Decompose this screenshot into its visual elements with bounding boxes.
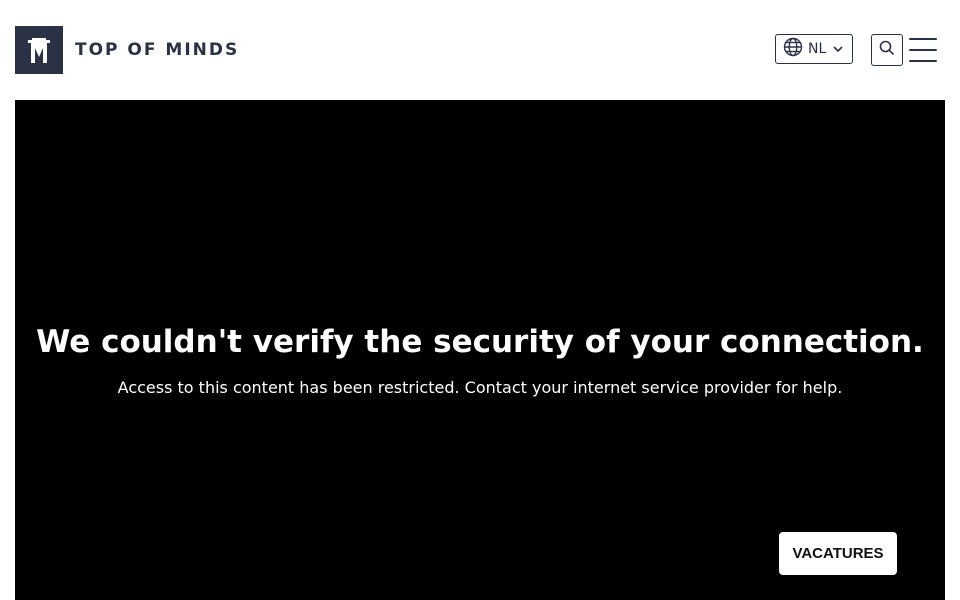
m-monogram-logo-icon bbox=[15, 26, 63, 74]
chevron-down-icon bbox=[832, 40, 844, 59]
hamburger-line bbox=[909, 38, 937, 40]
hamburger-menu-button[interactable] bbox=[909, 38, 937, 62]
language-code: NL bbox=[808, 41, 827, 57]
site-header: TOP OF MINDS NL bbox=[0, 0, 960, 100]
search-button[interactable] bbox=[871, 34, 903, 66]
language-select[interactable]: NL bbox=[775, 34, 853, 64]
home-logo-link[interactable]: TOP OF MINDS bbox=[15, 26, 239, 74]
globe-icon bbox=[783, 37, 803, 61]
hero-title: We couldn't verify the security of your … bbox=[36, 324, 924, 360]
hero-subtitle: Access to this content has been restrict… bbox=[117, 378, 843, 397]
hero-banner: We couldn't verify the security of your … bbox=[15, 100, 945, 600]
search-icon bbox=[879, 40, 895, 60]
logo-wordmark: TOP OF MINDS bbox=[75, 40, 240, 60]
vacatures-button[interactable]: VACATURES bbox=[779, 532, 897, 575]
hamburger-line bbox=[909, 49, 937, 51]
hamburger-line bbox=[909, 60, 937, 62]
